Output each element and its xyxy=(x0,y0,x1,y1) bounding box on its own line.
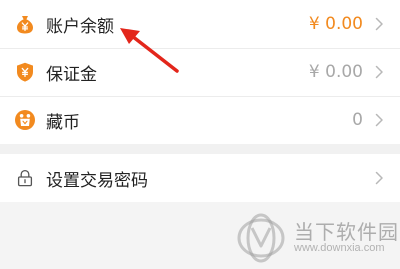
row-account-balance[interactable]: 账户余额 ¥ 0.00 xyxy=(0,0,400,48)
chevron-right-icon xyxy=(375,17,383,31)
watermark-url: www.downxia.com xyxy=(294,242,385,254)
watermark-text: 当下软件园 xyxy=(294,220,399,244)
lock-icon xyxy=(17,169,33,187)
row-coins[interactable]: 藏币 0 xyxy=(0,96,400,144)
row-deposit[interactable]: 保证金 ¥ 0.00 xyxy=(0,48,400,96)
deposit-value: ¥ 0.00 xyxy=(308,62,363,82)
coins-label: 藏币 xyxy=(46,112,80,133)
settings-list: 设置交易密码 xyxy=(0,154,400,202)
shield-yen-icon xyxy=(17,62,33,82)
coins-value: 0 xyxy=(352,110,363,130)
set-trade-password-label: 设置交易密码 xyxy=(46,170,148,191)
account-list: 账户余额 ¥ 0.00 保证金 ¥ 0.00 藏币 0 xyxy=(0,0,400,144)
money-bag-icon xyxy=(17,16,33,34)
chevron-right-icon xyxy=(375,113,383,127)
chevron-right-icon xyxy=(375,171,383,185)
coin-badge-icon xyxy=(15,110,35,130)
section-divider xyxy=(0,144,400,154)
watermark: 当下软件园 www.downxia.com xyxy=(230,206,400,266)
account-balance-value: ¥ 0.00 xyxy=(308,14,363,34)
chevron-right-icon xyxy=(375,65,383,79)
annotation-arrow-icon xyxy=(120,28,179,73)
row-set-trade-password[interactable]: 设置交易密码 xyxy=(0,154,400,202)
watermark-logo-icon xyxy=(237,213,285,263)
